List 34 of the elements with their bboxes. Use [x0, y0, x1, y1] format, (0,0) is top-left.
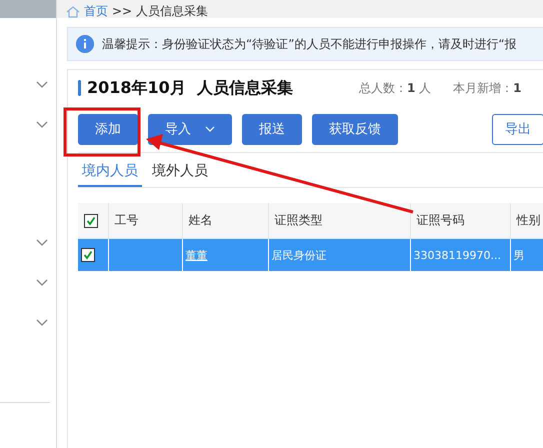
tab[interactable]: 境内人员: [78, 157, 142, 187]
import-button[interactable]: 导入: [148, 114, 232, 144]
table-cell: 33038119970...: [414, 248, 501, 262]
name-link[interactable]: 董董: [186, 248, 208, 262]
checkbox[interactable]: [81, 248, 95, 262]
column-header: 性别: [510, 203, 543, 238]
breadcrumb-link[interactable]: 首页: [84, 4, 108, 18]
breadcrumb-separator: >>: [112, 4, 132, 18]
sidebar-header: [0, 0, 56, 18]
toolbar-button[interactable]: 添加: [78, 114, 138, 144]
toolbar-button[interactable]: 报送: [242, 114, 302, 144]
column-header: 证照类型: [268, 203, 410, 238]
toolbar-button[interactable]: 获取反馈: [312, 114, 398, 144]
stat-text: 本月新增：1: [453, 80, 522, 96]
table-cell: 男: [514, 248, 524, 262]
chevron-icon[interactable]: [36, 81, 48, 89]
chevron-icon[interactable]: [36, 121, 48, 129]
column-header: 证照号码: [410, 203, 510, 238]
toolbar-button[interactable]: 导出: [492, 114, 543, 144]
column-header: 工号: [108, 203, 182, 238]
checkbox[interactable]: [84, 214, 98, 228]
chevron-icon[interactable]: [36, 239, 48, 247]
chevron-icon[interactable]: [36, 279, 48, 287]
column-header: 姓名: [182, 203, 268, 238]
page-title: 2018年10月 人员信息采集: [87, 78, 293, 98]
stat-text: 总人数：1 人: [358, 80, 432, 96]
tab[interactable]: 境外人员: [148, 157, 212, 187]
breadcrumb-current: 人员信息采集: [136, 4, 208, 18]
chevron-icon[interactable]: [36, 319, 48, 327]
info-icon: [76, 35, 94, 53]
home-icon[interactable]: [66, 6, 80, 18]
caret-icon: [205, 126, 215, 132]
notice-text: 温馨提示：身份验证状态为“待验证”的人员不能进行申报操作，请及时进行“报: [102, 36, 517, 52]
table-cell: 居民身份证: [272, 248, 326, 262]
